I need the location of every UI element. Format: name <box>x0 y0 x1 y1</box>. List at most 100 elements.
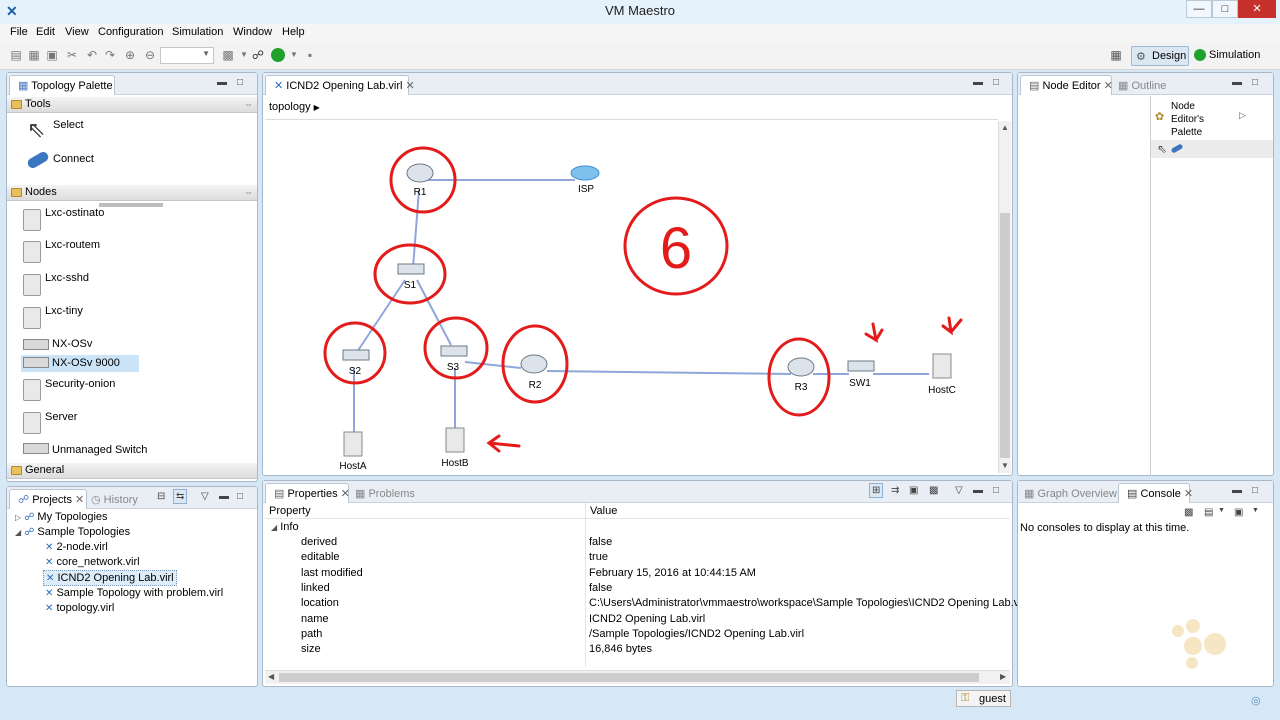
maximize-view-icon[interactable]: □ <box>993 77 999 88</box>
layout-icon[interactable]: ▩ <box>220 47 236 63</box>
node-lxc-ostinato[interactable]: Lxc-ostinato <box>21 207 221 235</box>
column-header-property[interactable]: Property <box>269 505 311 517</box>
tab-properties[interactable]: ▤ Properties ✕ <box>265 483 350 503</box>
property-row[interactable]: path/Sample Topologies/ICND2 Opening Lab… <box>265 627 1010 642</box>
property-row[interactable]: name ICND2 Opening Lab.virl <box>265 612 1010 627</box>
menu-view[interactable]: View <box>65 26 89 38</box>
open-perspective-icon[interactable]: ▦ <box>1108 47 1124 63</box>
minimize-view-icon[interactable]: ▬ <box>217 77 227 88</box>
close-tab-icon[interactable]: ✕ <box>341 488 350 500</box>
tree-item-my-topologies[interactable]: ▷ ☍ My Topologies <box>15 511 108 523</box>
topology-canvas[interactable]: R1 ISP S1 S2 S3 R2 R3 SW1 HostA HostB Ho… <box>265 119 998 472</box>
view-menu-icon[interactable]: ▽ <box>201 491 209 502</box>
properties-horizontal-scrollbar[interactable]: ◀ ▶ <box>265 670 1010 684</box>
property-row[interactable]: size 16,846 bytes <box>265 642 1010 657</box>
column-header-value[interactable]: Value <box>590 505 617 517</box>
scroll-left-icon[interactable]: ◀ <box>268 672 274 681</box>
pin-icon[interactable]: ▩ <box>929 485 938 496</box>
maximize-view-icon[interactable]: □ <box>237 77 243 88</box>
minimize-view-icon[interactable]: ▬ <box>973 77 983 88</box>
undo-icon[interactable]: ↶ <box>84 47 100 63</box>
menu-file[interactable]: File <box>10 26 28 38</box>
node-s2[interactable]: S2 <box>342 349 370 377</box>
maximize-view-icon[interactable]: □ <box>993 485 999 496</box>
close-tab-icon[interactable]: ✕ <box>406 80 415 92</box>
cable-icon[interactable] <box>1170 143 1184 154</box>
tab-outline[interactable]: ▦ Outline <box>1118 79 1166 92</box>
scroll-up-icon[interactable]: ▲ <box>1001 123 1009 132</box>
arrow-cursor-icon[interactable]: ⇖ <box>1157 142 1167 156</box>
tool-select[interactable]: ⇖ Select <box>25 117 225 143</box>
collapse-all-icon[interactable]: ⊟ <box>157 491 165 502</box>
minimize-view-icon[interactable]: ▬ <box>973 485 983 496</box>
tab-problems[interactable]: ▦ Problems <box>355 487 415 500</box>
filter-icon[interactable]: ⇉ <box>891 485 899 496</box>
editor-vertical-scrollbar[interactable]: ▲ ▼ <box>998 121 1011 473</box>
node-lxc-tiny[interactable]: Lxc-tiny <box>21 305 221 333</box>
column-divider[interactable] <box>585 503 586 519</box>
zoom-combo[interactable]: ▼ <box>160 47 214 64</box>
categories-icon[interactable]: ⊞ <box>869 483 884 498</box>
minimize-view-icon[interactable]: ▬ <box>1232 485 1242 496</box>
property-row[interactable]: last modified February 15, 2016 at 10:44:… <box>265 566 1010 581</box>
chevron-down-icon[interactable]: ▼ <box>1218 507 1225 514</box>
stop-icon[interactable]: ▪ <box>302 47 318 63</box>
redo-icon[interactable]: ↷ <box>102 47 118 63</box>
node-sw1[interactable]: SW1 <box>847 360 875 389</box>
tab-icnd2-opening-lab[interactable]: ✕ ICND2 Opening Lab.virl ✕ <box>265 75 415 95</box>
node-r3[interactable]: R3 <box>787 357 815 393</box>
tab-console[interactable]: ▤ Console ✕ <box>1118 483 1193 503</box>
tab-graph-overview[interactable]: ▦ Graph Overview <box>1024 487 1117 500</box>
maximize-view-icon[interactable]: □ <box>1252 485 1258 496</box>
scroll-down-icon[interactable]: ▼ <box>1001 461 1009 470</box>
node-r2[interactable]: R2 <box>520 354 548 391</box>
display-console-icon[interactable]: ▤ <box>1204 507 1213 518</box>
node-nx-osv-9000[interactable]: NX-OSv 9000 <box>21 355 139 372</box>
tree-item-sample-topologies[interactable]: ◢ ☍ Sample Topologies <box>15 526 130 538</box>
link-with-editor-icon[interactable]: ⇆ <box>173 489 188 504</box>
node-unmanaged-switch[interactable]: Unmanaged Switch <box>21 441 221 459</box>
property-row[interactable]: location C:\Users\Administrator\vmmaestro… <box>265 596 1028 611</box>
close-tab-icon[interactable]: ✕ <box>1184 488 1193 500</box>
new-icon[interactable]: ▤ <box>8 47 24 63</box>
node-hostc[interactable]: HostC <box>928 353 956 396</box>
minimize-button[interactable]: — <box>1186 0 1212 18</box>
chevron-down-icon[interactable]: ▼ <box>286 47 302 63</box>
menu-edit[interactable]: Edit <box>36 26 55 38</box>
property-row[interactable]: derived false <box>265 535 1010 550</box>
link-s1-s3[interactable] <box>416 279 452 346</box>
link-r1-s1[interactable] <box>412 189 420 269</box>
tree-item-core-network[interactable]: ✕ core_network.virl <box>45 556 140 568</box>
collapse-icon[interactable]: ⇔ <box>244 97 253 112</box>
network-icon[interactable]: ☍ <box>250 47 266 63</box>
link-r2-r3[interactable] <box>546 370 792 375</box>
maximize-button[interactable]: □ <box>1212 0 1238 18</box>
zoom-in-icon[interactable]: ⊕ <box>122 47 138 63</box>
expand-icon[interactable]: ◢ <box>15 528 21 537</box>
close-button[interactable]: ✕ <box>1238 0 1276 18</box>
chevron-down-icon[interactable]: ▼ <box>1252 507 1259 514</box>
tools-section-header[interactable]: Tools ⇔ <box>7 97 257 113</box>
tab-projects[interactable]: ☍ Projects ✕ <box>9 489 87 509</box>
minimize-view-icon[interactable]: ▬ <box>1232 77 1242 88</box>
collapse-icon[interactable]: ⇔ <box>244 185 253 200</box>
property-group-info[interactable]: ◢ Info <box>271 521 471 536</box>
node-nx-osv[interactable]: NX-OSv <box>21 337 221 355</box>
pin-console-icon[interactable]: ▩ <box>1184 507 1193 518</box>
maximize-view-icon[interactable]: □ <box>1252 77 1258 88</box>
menu-simulation[interactable]: Simulation <box>172 26 223 38</box>
tab-topology-palette[interactable]: ▦ Topology Palette <box>9 75 115 95</box>
tree-item-2-node[interactable]: ✕ 2-node.virl <box>45 541 108 553</box>
menu-configuration[interactable]: Configuration <box>98 26 163 38</box>
tab-history[interactable]: ◷ History <box>91 493 138 506</box>
user-badge[interactable]: ⚿ guest <box>956 690 1011 707</box>
zoom-out-icon[interactable]: ⊖ <box>142 47 158 63</box>
scroll-thumb[interactable] <box>279 673 979 682</box>
menu-window[interactable]: Window <box>233 26 272 38</box>
node-hosta[interactable]: HostA <box>339 431 367 472</box>
nodes-section-header[interactable]: Nodes ⇔ <box>7 185 257 201</box>
chevron-right-icon[interactable]: ▷ <box>1239 110 1246 121</box>
collapse-triangle-icon[interactable]: ◢ <box>271 523 277 532</box>
maximize-view-icon[interactable]: □ <box>237 491 243 502</box>
cut-icon[interactable]: ✂ <box>64 47 80 63</box>
